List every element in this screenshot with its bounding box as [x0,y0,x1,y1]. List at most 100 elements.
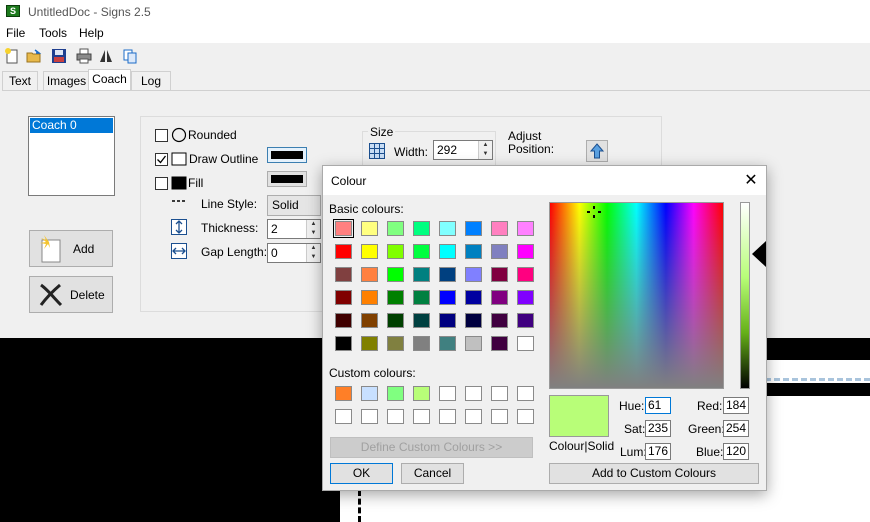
tab-coach[interactable]: Coach [88,69,131,91]
green-input[interactable]: 254 [723,420,749,437]
basic-colour-swatch[interactable] [335,290,352,305]
basic-colour-swatch[interactable] [491,313,508,328]
basic-colour-swatch[interactable] [517,221,534,236]
basic-colour-swatch[interactable] [517,313,534,328]
custom-colour-swatch[interactable] [361,409,378,424]
luminance-slider[interactable] [740,202,750,389]
basic-colour-swatch[interactable] [439,267,456,282]
basic-colour-swatch[interactable] [361,336,378,351]
basic-colour-swatch[interactable] [361,290,378,305]
tab-text[interactable]: Text [2,71,38,91]
list-item[interactable]: Coach 0 [30,118,113,133]
custom-colour-swatch[interactable] [517,386,534,401]
basic-colour-swatch[interactable] [413,267,430,282]
basic-colour-swatch[interactable] [413,313,430,328]
basic-colour-swatch[interactable] [387,244,404,259]
save-icon[interactable] [51,48,67,64]
mirror-icon[interactable] [98,48,114,64]
spinner-arrows-icon[interactable]: ▲ ▼ [306,244,320,262]
basic-colour-swatch[interactable] [491,244,508,259]
basic-colour-swatch[interactable] [465,290,482,305]
fill-colour-button[interactable] [267,171,307,187]
menu-file[interactable]: File [6,26,25,40]
basic-colour-swatch[interactable] [517,267,534,282]
coach-list[interactable]: Coach 0 [28,116,115,196]
basic-colour-swatch[interactable] [439,221,456,236]
draw-outline-checkbox[interactable] [155,153,168,166]
basic-colour-swatch[interactable] [335,336,352,351]
basic-colour-swatch[interactable] [439,290,456,305]
basic-colour-swatch[interactable] [517,290,534,305]
basic-colour-swatch[interactable] [361,221,378,236]
custom-colour-swatch[interactable] [439,409,456,424]
open-icon[interactable] [26,48,42,64]
basic-colour-swatch[interactable] [439,313,456,328]
hue-input[interactable]: 61 [645,397,671,414]
basic-colour-swatch[interactable] [439,244,456,259]
define-custom-colours-button[interactable]: Define Custom Colours >> [330,437,533,458]
ok-button[interactable]: OK [330,463,393,484]
basic-colour-swatch[interactable] [465,244,482,259]
cancel-button[interactable]: Cancel [401,463,464,484]
spinner-arrows-icon[interactable]: ▲ ▼ [306,220,320,238]
basic-colour-swatch[interactable] [439,336,456,351]
basic-colour-swatch[interactable] [361,244,378,259]
basic-colour-swatch[interactable] [491,290,508,305]
menu-help[interactable]: Help [79,26,104,40]
basic-colour-swatch[interactable] [465,336,482,351]
basic-colour-swatch[interactable] [335,267,352,282]
menu-tools[interactable]: Tools [39,26,67,40]
luminance-arrow-icon[interactable] [752,241,766,267]
colour-spectrum[interactable] [549,202,724,389]
custom-colour-swatch[interactable] [491,386,508,401]
delete-button[interactable]: Delete [29,276,113,313]
basic-colour-swatch[interactable] [491,336,508,351]
basic-colour-swatch[interactable] [333,219,354,238]
add-button[interactable]: Add [29,230,113,267]
custom-colour-swatch[interactable] [413,386,430,401]
basic-colour-swatch[interactable] [361,313,378,328]
basic-colour-swatch[interactable] [491,221,508,236]
print-icon[interactable] [76,48,92,64]
rounded-checkbox[interactable] [155,129,168,142]
basic-colour-swatch[interactable] [387,336,404,351]
red-input[interactable]: 184 [723,397,749,414]
lum-input[interactable]: 176 [645,443,671,460]
new-icon[interactable] [4,48,20,64]
basic-colour-swatch[interactable] [361,267,378,282]
line-style-dropdown[interactable]: Solid [267,195,321,216]
custom-colour-swatch[interactable] [387,386,404,401]
custom-colour-swatch[interactable] [387,409,404,424]
basic-colour-swatch[interactable] [465,313,482,328]
custom-colour-swatch[interactable] [491,409,508,424]
basic-colour-swatch[interactable] [335,244,352,259]
blue-input[interactable]: 120 [723,443,749,460]
sat-input[interactable]: 235 [645,420,671,437]
basic-colour-swatch[interactable] [387,221,404,236]
basic-colour-swatch[interactable] [387,267,404,282]
basic-colour-swatch[interactable] [387,313,404,328]
basic-colour-swatch[interactable] [335,313,352,328]
thickness-stepper[interactable]: 2 ▲ ▼ [267,219,321,239]
copy-icon[interactable] [122,48,138,64]
add-to-custom-colours-button[interactable]: Add to Custom Colours [549,463,759,484]
fill-checkbox[interactable] [155,177,168,190]
basic-colour-swatch[interactable] [387,290,404,305]
basic-colour-swatch[interactable] [413,336,430,351]
spinner-arrows-icon[interactable]: ▲ ▼ [478,141,492,159]
tab-images[interactable]: Images [43,71,90,91]
custom-colour-swatch[interactable] [517,409,534,424]
basic-colour-swatch[interactable] [465,267,482,282]
basic-colour-swatch[interactable] [491,267,508,282]
outline-colour-button[interactable] [267,147,307,163]
basic-colour-swatch[interactable] [413,244,430,259]
custom-colour-swatch[interactable] [361,386,378,401]
basic-colour-swatch[interactable] [517,336,534,351]
basic-colour-swatch[interactable] [413,290,430,305]
width-stepper[interactable]: 292 ▲ ▼ [433,140,493,160]
gap-length-stepper[interactable]: 0 ▲ ▼ [267,243,321,263]
custom-colour-swatch[interactable] [335,409,352,424]
custom-colour-swatch[interactable] [413,409,430,424]
custom-colour-swatch[interactable] [335,386,352,401]
custom-colour-swatch[interactable] [465,409,482,424]
